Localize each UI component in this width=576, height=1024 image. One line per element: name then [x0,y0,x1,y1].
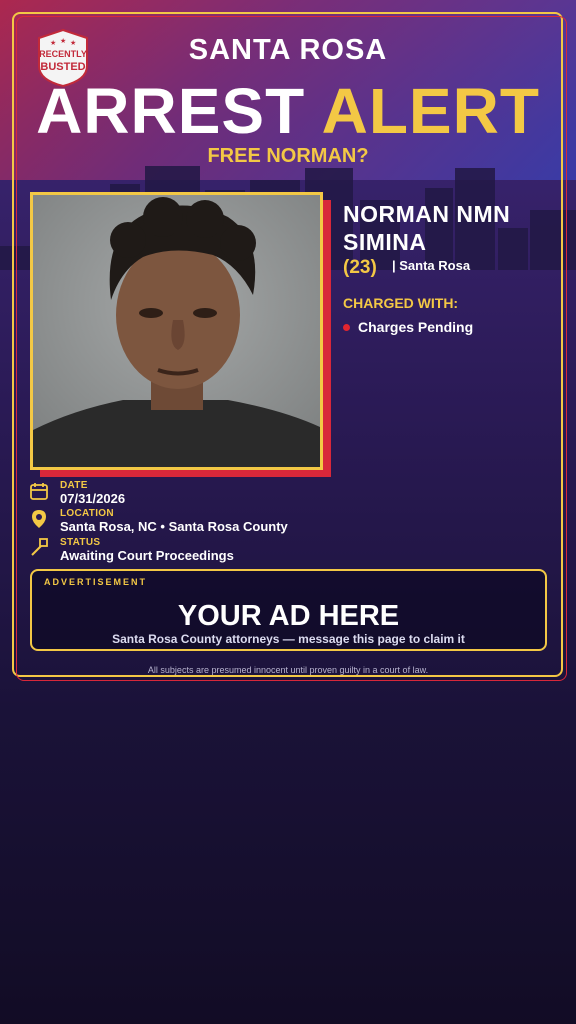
location-label: LOCATION [60,508,114,519]
date-block: DATE 07/31/2026 [60,480,125,507]
charge-item: Charges Pending [343,319,473,335]
ad-tag: ADVERTISEMENT [44,577,148,587]
charged-with-label: CHARGED WITH: [343,295,459,311]
subject-age: (23) [343,257,377,278]
date-label: DATE [60,480,88,491]
subject-city: | Santa Rosa [392,258,471,273]
subheadline: FREE NORMAN? [207,145,369,167]
ad-title: YOUR AD HERE [177,600,400,632]
location-block: LOCATION Santa Rosa, NC • Santa Rosa Cou… [60,508,288,535]
gavel-icon [31,538,48,556]
status-label: STATUS [60,537,101,548]
status-block: STATUS Awaiting Court Proceedings [60,537,234,564]
advertisement-box[interactable]: ADVERTISEMENT YOUR AD HERE Santa Rosa Co… [30,569,547,651]
location-pin-icon [32,510,46,528]
bullet-dot-icon [343,323,350,331]
headline-alert: ALERT [321,75,540,147]
subject-name: NORMAN NMN SIMINA [343,200,563,256]
ad-subtitle: Santa Rosa County attorneys — message th… [112,632,465,646]
mugshot-image [33,195,320,467]
charge-text: Charges Pending [358,319,474,335]
header-city: SANTA ROSA [188,34,388,66]
disclaimer: All subjects are presumed innocent until… [147,665,429,675]
headline-arrest: ARREST [36,75,306,147]
headline: ARREST ALERT [0,78,576,144]
date-value: 07/31/2026 [60,491,126,506]
location-value: Santa Rosa, NC • Santa Rosa County [60,519,288,534]
calendar-icon [30,483,48,500]
mugshot-photo [30,192,323,470]
subject-name-line2: SIMINA [343,229,427,255]
subject-name-line1: NORMAN NMN [343,201,511,227]
status-value: Awaiting Court Proceedings [60,548,234,563]
